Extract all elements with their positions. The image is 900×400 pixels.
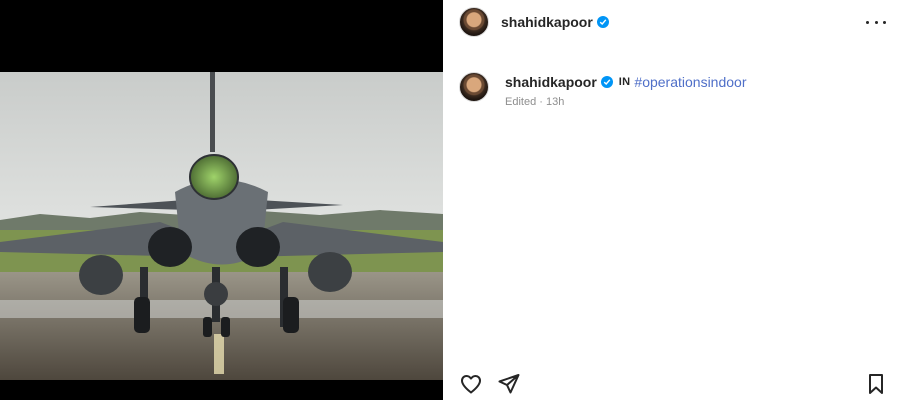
- paper-plane-icon[interactable]: [497, 372, 521, 396]
- edited-label: Edited: [505, 96, 537, 108]
- more-options-icon[interactable]: [866, 12, 886, 32]
- avatar[interactable]: [459, 7, 489, 37]
- caption-line: shahidkapoor IN #operationsindoor: [505, 74, 747, 90]
- post-media[interactable]: [0, 0, 443, 400]
- caption-avatar[interactable]: [459, 72, 489, 102]
- hashtag-link[interactable]: #operationsindoor: [634, 74, 746, 90]
- post-header: shahidkapoor: [443, 0, 900, 44]
- in-label: IN: [618, 76, 631, 88]
- caption-username[interactable]: shahidkapoor: [505, 74, 597, 90]
- fighter-jet-image: [0, 72, 443, 380]
- username-link[interactable]: shahidkapoor: [501, 14, 593, 30]
- verified-badge-icon: [596, 16, 609, 28]
- post-time[interactable]: 13h: [546, 96, 564, 108]
- post-meta: Edited · 13h: [505, 96, 564, 108]
- heart-icon[interactable]: [459, 372, 483, 396]
- bookmark-icon[interactable]: [864, 372, 888, 396]
- action-bar: [443, 368, 900, 400]
- header-username-row: shahidkapoor: [501, 14, 609, 30]
- meta-separator: ·: [539, 96, 543, 108]
- verified-badge-icon: [600, 76, 613, 88]
- post-details-panel: shahidkapoor shahidkapoor IN #operations…: [443, 0, 900, 400]
